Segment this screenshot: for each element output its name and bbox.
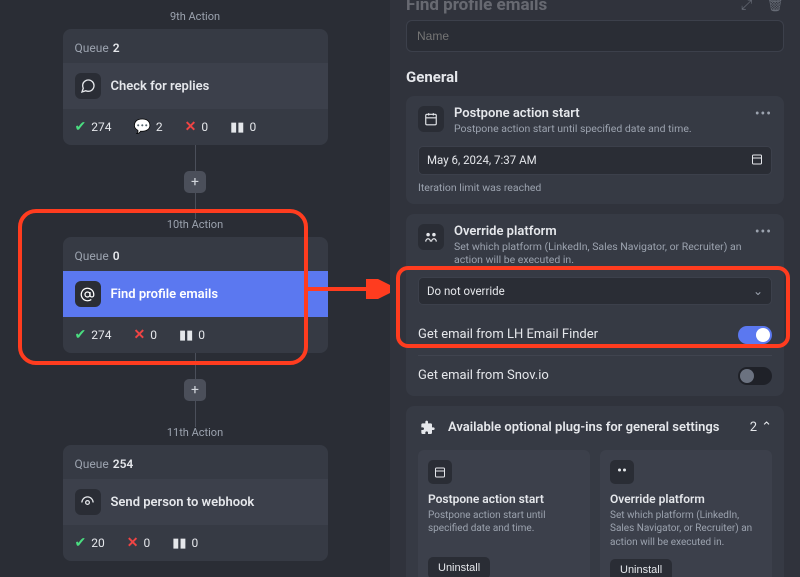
queue-row: Queue2 <box>63 37 328 63</box>
connector-line <box>195 191 196 219</box>
connector-line <box>195 399 196 427</box>
chat-icon: 💬 <box>133 119 150 135</box>
calendar-picker-icon <box>751 153 763 168</box>
plugins-card: Available optional plug-ins for general … <box>406 406 784 577</box>
email-toggles-card: Get email from LH Email Finder Get email… <box>406 315 784 396</box>
override-select[interactable]: Do not override ⌄ <box>418 277 772 305</box>
chevron-down-icon: ⌄ <box>753 284 763 298</box>
columns-icon: ▮▮ <box>179 328 193 343</box>
setting-override: Override platform Set which platform (Li… <box>406 214 784 315</box>
stats-row: ✔20 ✕0 ▮▮0 <box>63 525 328 561</box>
action-title: Send person to webhook <box>111 495 255 510</box>
setting-postpone: Postpone action start Postpone action st… <box>406 96 784 204</box>
chevron-up-icon: ⌃ <box>761 420 772 435</box>
webhook-icon <box>75 489 101 515</box>
check-icon: ✔ <box>75 327 87 343</box>
action-title-row[interactable]: Check for replies <box>63 63 328 109</box>
calendar-icon <box>428 460 452 484</box>
columns-icon: ▮▮ <box>172 536 186 551</box>
plugin-postpone: Postpone action start Postpone action st… <box>418 450 590 577</box>
setting-name: Postpone action start <box>454 106 745 121</box>
action-card-10[interactable]: Queue0 Find profile emails ✔274 ✕0 ▮▮0 <box>63 237 328 353</box>
toggle-switch[interactable] <box>738 367 772 385</box>
platform-icon <box>610 460 634 484</box>
action-ordinal-label: 11th Action <box>0 426 390 439</box>
action-card-11[interactable]: Queue254 Send person to webhook ✔20 ✕0 ▮… <box>63 445 328 561</box>
more-icon[interactable]: ••• <box>755 224 772 240</box>
panel-title: Find profile emails <box>406 0 547 15</box>
check-icon: ✔ <box>75 119 87 135</box>
setting-desc: Set which platform (LinkedIn, Sales Navi… <box>454 240 745 267</box>
puzzle-icon <box>418 418 438 438</box>
toggle-snov-io: Get email from Snov.io <box>418 355 772 396</box>
action-ordinal-label: 9th Action <box>0 10 390 23</box>
uninstall-button[interactable]: Uninstall <box>428 557 490 577</box>
action-ordinal-label: 10th Action <box>0 218 390 231</box>
toggle-switch[interactable] <box>738 326 772 344</box>
action-card-9[interactable]: Queue2 Check for replies ✔274 💬2 ✕0 ▮▮0 <box>63 29 328 145</box>
add-action-button[interactable]: + <box>184 379 206 401</box>
action-title-row[interactable]: Find profile emails <box>63 271 328 317</box>
action-title: Find profile emails <box>111 287 219 302</box>
queue-row: Queue254 <box>63 453 328 479</box>
section-title-general: General <box>406 68 784 86</box>
check-icon: ✔ <box>75 535 87 551</box>
expand-icon[interactable]: ⤢ <box>741 0 752 13</box>
connector-line <box>195 353 196 381</box>
at-icon <box>75 281 101 307</box>
action-name-input[interactable] <box>406 20 784 52</box>
settings-panel: Find profile emails ⤢ 🗑 General Postpone… <box>390 0 800 577</box>
connector-line <box>195 145 196 173</box>
setting-desc: Postpone action start until specified da… <box>454 122 745 136</box>
setting-name: Override platform <box>454 224 745 239</box>
stats-row: ✔274 💬2 ✕0 ▮▮0 <box>63 109 328 145</box>
more-icon[interactable]: ••• <box>755 106 772 122</box>
platform-icon <box>418 224 444 250</box>
panel-tools: ⤢ 🗑 <box>741 0 784 13</box>
plugins-header[interactable]: Available optional plug-ins for general … <box>418 418 772 438</box>
trash-icon[interactable]: 🗑 <box>766 0 784 13</box>
x-icon: ✕ <box>133 327 145 343</box>
annotation-arrow <box>306 279 400 299</box>
add-action-button[interactable]: + <box>184 171 206 193</box>
postpone-date-field[interactable]: May 6, 2024, 7:37 AM <box>418 146 772 175</box>
action-title-row[interactable]: Send person to webhook <box>63 479 328 525</box>
action-title: Check for replies <box>111 79 210 94</box>
x-icon: ✕ <box>127 535 139 551</box>
iteration-warning: Iteration limit was reached <box>418 181 772 194</box>
uninstall-button[interactable]: Uninstall <box>610 559 672 577</box>
calendar-icon <box>418 106 444 132</box>
x-icon: ✕ <box>185 119 197 135</box>
columns-icon: ▮▮ <box>230 120 244 135</box>
stats-row: ✔274 ✕0 ▮▮0 <box>63 317 328 353</box>
reply-icon <box>75 73 101 99</box>
queue-row: Queue0 <box>63 245 328 271</box>
plugin-override: Override platform Set which platform (Li… <box>600 450 772 577</box>
toggle-lh-email-finder: Get email from LH Email Finder <box>418 315 772 355</box>
